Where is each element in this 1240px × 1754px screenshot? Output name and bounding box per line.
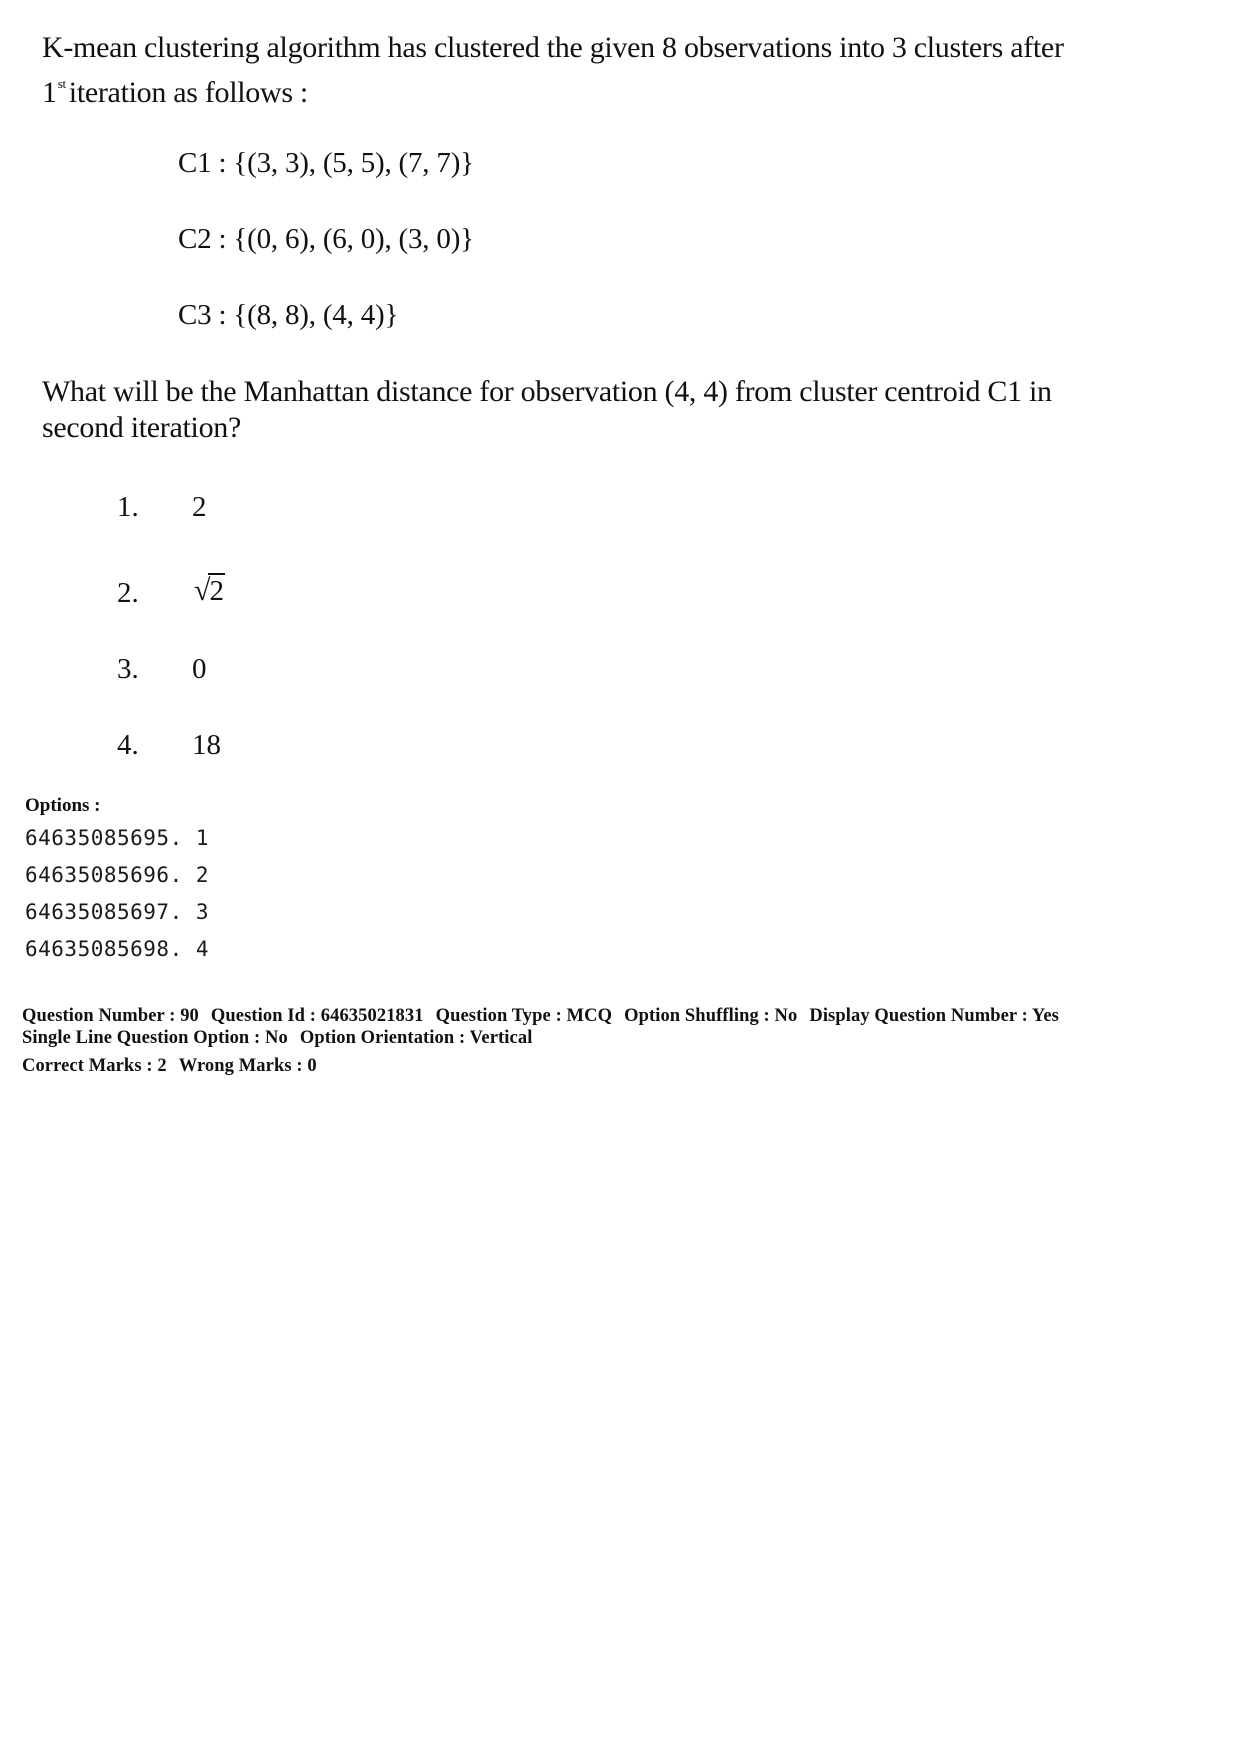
wrong-marks: Wrong Marks : 0	[178, 1056, 317, 1076]
question-intro-line1: K-mean clustering algorithm has clustere…	[42, 31, 1064, 64]
single-line-option: Single Line Question Option : No	[22, 1028, 288, 1048]
intro-line2-text: iteration as follows :	[68, 76, 308, 109]
ordinal-suffix: st	[57, 76, 66, 91]
option-id-4: 64635085698. 4	[25, 937, 210, 961]
choice-number-4: 4.	[117, 729, 139, 761]
radicand: 2	[208, 573, 225, 607]
choice-value-4: 18	[192, 729, 221, 761]
square-root-expression: √2	[194, 573, 225, 608]
cluster-c3: C3 : {(8, 8), (4, 4)}	[178, 299, 399, 331]
option-orientation: Option Orientation : Vertical	[299, 1028, 533, 1048]
option-id-3: 64635085697. 3	[25, 900, 210, 924]
display-question-number: Display Question Number : Yes	[809, 1006, 1059, 1026]
choice-number-2: 2.	[117, 577, 139, 609]
cluster-c1: C1 : {(3, 3), (5, 5), (7, 7)}	[178, 147, 474, 179]
choice-number-1: 1.	[117, 491, 139, 523]
question-meta-line1: Question Number : 90 Question Id : 646350…	[22, 1006, 1059, 1027]
option-id-2: 64635085696. 2	[25, 863, 210, 887]
choice-value-2: √2	[194, 573, 225, 608]
question-marks: Correct Marks : 2 Wrong Marks : 0	[22, 1056, 317, 1077]
choice-value-3: 0	[192, 653, 207, 685]
question-type: Question Type : MCQ	[435, 1006, 613, 1026]
cluster-c2: C2 : {(0, 6), (6, 0), (3, 0)}	[178, 223, 474, 255]
ordinal-number: 1	[42, 76, 57, 109]
option-shuffling: Option Shuffling : No	[624, 1006, 798, 1026]
options-label: Options :	[25, 795, 101, 816]
choice-value-1: 2	[192, 491, 207, 523]
question-prompt-line2: second iteration?	[42, 411, 241, 444]
question-number: Question Number : 90	[22, 1006, 199, 1026]
question-prompt-line1: What will be the Manhattan distance for …	[42, 375, 1052, 408]
option-id-1: 64635085695. 1	[25, 826, 210, 850]
question-intro-line2: 1st iteration as follows :	[42, 66, 308, 111]
choice-number-3: 3.	[117, 653, 139, 685]
question-meta-line2: Single Line Question Option : No Option O…	[22, 1028, 532, 1049]
correct-marks: Correct Marks : 2	[22, 1056, 167, 1076]
question-id: Question Id : 64635021831	[210, 1006, 424, 1026]
